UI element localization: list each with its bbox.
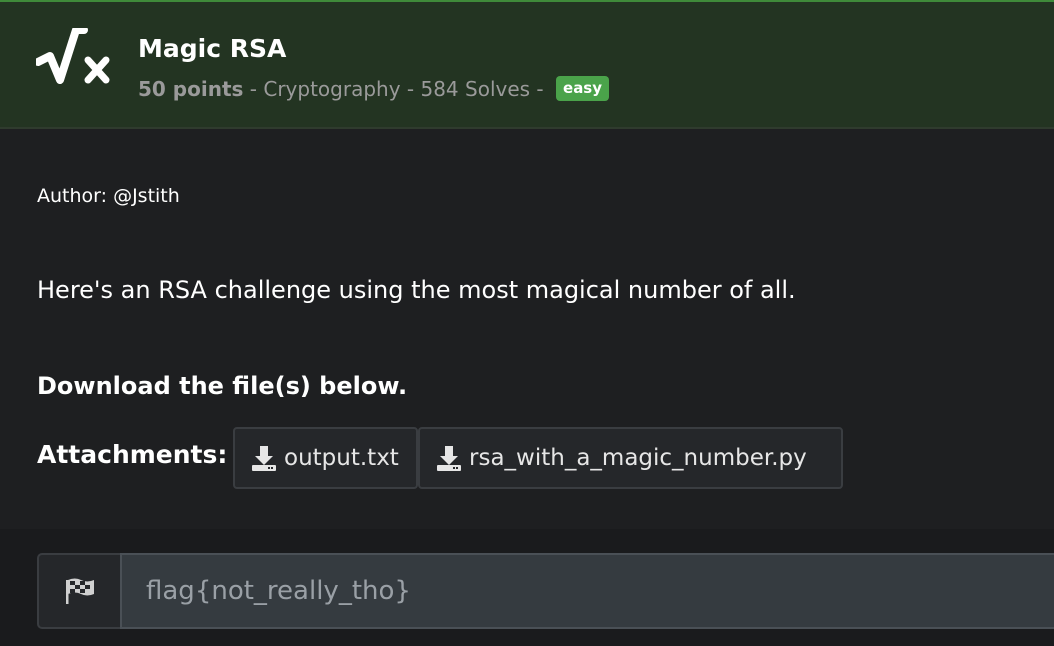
attachment-button-script[interactable]: rsa_with_a_magic_number.py — [418, 427, 843, 489]
flag-prefix — [37, 553, 120, 629]
meta-separator: - — [400, 76, 421, 101]
flag-input-group — [37, 553, 1054, 629]
attachment-name: output.txt — [284, 445, 399, 471]
attachment-button-output[interactable]: output.txt — [233, 427, 418, 489]
challenge-description: Here's an RSA challenge using the most m… — [37, 276, 796, 304]
sqrt-x-icon — [36, 28, 110, 84]
challenge-author: Author: @Jstith — [37, 185, 180, 207]
download-icon — [437, 446, 461, 471]
checkered-flag-icon — [65, 578, 94, 604]
challenge-header: Magic RSA 50 points - Cryptography - 584… — [0, 0, 1054, 129]
challenge-points: 50 points — [138, 76, 244, 101]
meta-separator: - — [530, 76, 551, 101]
difficulty-badge: easy — [556, 76, 610, 101]
challenge-meta: 50 points - Cryptography - 584 Solves - … — [138, 76, 610, 101]
challenge-category: Cryptography — [263, 76, 401, 101]
download-icon — [252, 446, 276, 471]
download-note: Download the file(s) below. — [37, 372, 408, 400]
attachment-name: rsa_with_a_magic_number.py — [469, 445, 807, 471]
flag-input[interactable] — [120, 553, 1054, 629]
meta-separator: - — [243, 76, 264, 101]
challenge-solves: 584 Solves — [420, 76, 531, 101]
challenge-title: Magic RSA — [138, 34, 287, 63]
attachments-label: Attachments: — [37, 440, 228, 469]
